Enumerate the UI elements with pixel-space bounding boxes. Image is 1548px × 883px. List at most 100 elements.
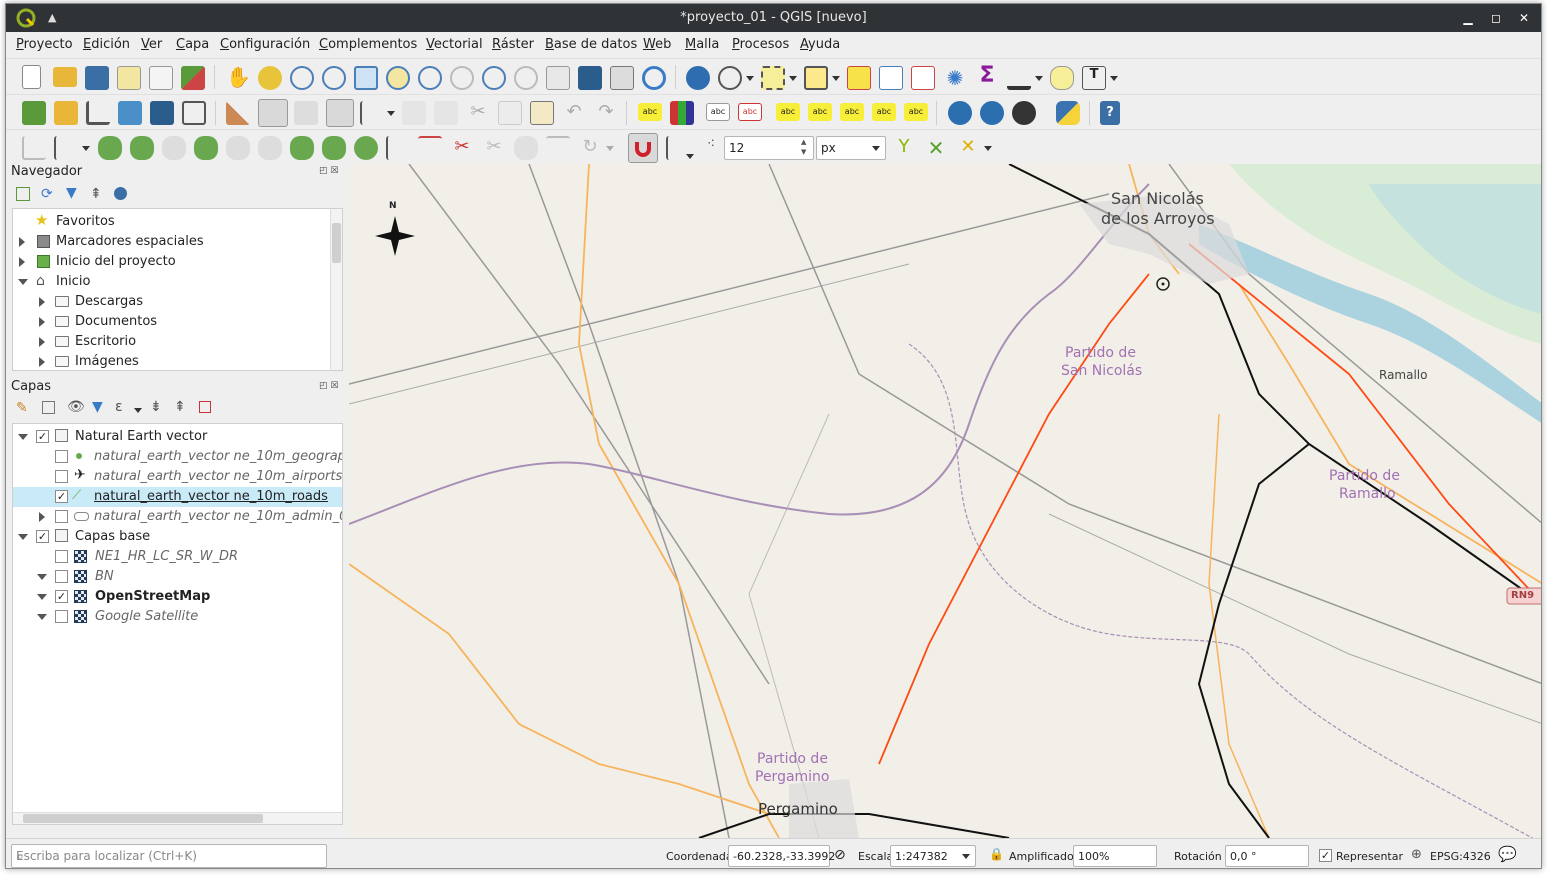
offset-curve-icon[interactable] <box>258 136 282 160</box>
copy-features-icon[interactable] <box>498 101 522 125</box>
scrollbar-thumb[interactable] <box>332 223 341 263</box>
close-button[interactable]: ✕ <box>1515 9 1533 27</box>
navigator-item[interactable]: Descargas <box>13 292 342 312</box>
remove-layer-icon[interactable] <box>199 401 211 413</box>
navigator-item[interactable]: Marcadores espaciales <box>13 232 342 252</box>
navigator-item[interactable]: Documentos <box>13 312 342 332</box>
collapse-arrow-icon[interactable] <box>18 434 28 440</box>
collapse-arrow-icon[interactable] <box>37 574 47 580</box>
layout-manager-icon[interactable] <box>149 66 173 90</box>
python-console-icon[interactable] <box>1056 101 1080 125</box>
current-edits-icon[interactable] <box>226 101 250 125</box>
add-wms-layer-icon[interactable] <box>948 101 972 125</box>
dropdown-arrow-icon[interactable] <box>789 76 797 81</box>
digitize-icon[interactable] <box>326 99 354 127</box>
navigator-item[interactable]: Escritorio <box>13 332 342 352</box>
toggle-editing-button[interactable] <box>258 99 288 127</box>
layer-checkbox[interactable] <box>55 510 68 523</box>
spin-up-icon[interactable]: ▲ <box>801 138 806 146</box>
menu-ayuda[interactable]: Ayuda <box>800 37 840 52</box>
add-part-icon[interactable] <box>98 136 122 160</box>
pan-to-selection-icon[interactable] <box>258 66 282 90</box>
new-shapefile-layer-icon[interactable] <box>86 101 110 125</box>
toggle-extents-icon[interactable]: ⊘ <box>834 847 846 863</box>
panel-float-close-icons[interactable]: ◰ ☒ <box>319 166 338 176</box>
refresh-icon[interactable] <box>642 66 666 90</box>
menu-configuracion[interactable]: Configuración <box>220 37 310 52</box>
expand-arrow-icon[interactable] <box>39 512 45 522</box>
spatial-bookmark-icon[interactable] <box>610 66 634 90</box>
lock-icon[interactable]: 🔒 <box>989 847 1004 861</box>
collapse-arrow-icon[interactable] <box>18 534 28 540</box>
menu-base-de-datos[interactable]: Base de datos <box>545 37 637 52</box>
map-canvas[interactable]: N San Nicolás de los Arroyos Partido de … <box>349 164 1541 838</box>
dropdown-arrow-icon[interactable] <box>387 111 395 116</box>
rotate-point-symbols-icon[interactable] <box>386 136 410 160</box>
advanced-digitizing-icon[interactable] <box>22 136 46 160</box>
vertex-tool-icon[interactable] <box>360 101 384 125</box>
snap-intersection-icon[interactable]: ✕ <box>924 136 948 160</box>
layer-row-selected[interactable]: ✓ ⟋ natural_earth_vector ne_10m_roads <box>13 487 342 507</box>
zoom-last-icon[interactable] <box>482 66 506 90</box>
label-properties-icon[interactable]: abc <box>904 103 928 121</box>
split-features-icon[interactable] <box>290 136 314 160</box>
run-action-icon[interactable] <box>718 66 742 90</box>
zoom-to-layer-icon[interactable] <box>418 66 442 90</box>
layer-checkbox[interactable]: ✓ <box>55 490 68 503</box>
new-map-view-icon[interactable] <box>546 66 570 90</box>
layer-labeling-icon[interactable]: abc <box>638 103 662 121</box>
style-manager-icon[interactable] <box>181 66 205 90</box>
delete-selected-icon[interactable] <box>434 101 458 125</box>
menu-capa[interactable]: Capa <box>176 37 209 52</box>
dropdown-arrow-icon[interactable] <box>984 146 992 151</box>
zoom-in-icon[interactable] <box>290 66 314 90</box>
messages-icon[interactable]: 💬 <box>1498 845 1517 863</box>
layer-row[interactable]: natural_earth_vector ne_10m_geography_ <box>13 447 342 467</box>
new-3d-map-icon[interactable] <box>578 66 602 90</box>
navigator-item[interactable]: ⌂ Inicio <box>13 272 342 292</box>
navigator-item[interactable]: ★ Favoritos <box>13 211 342 232</box>
layer-row[interactable]: BN <box>13 567 342 587</box>
expand-arrow-icon[interactable] <box>39 297 45 307</box>
filter-legend-icon[interactable]: ▼ <box>92 399 103 415</box>
trim-extend-icon[interactable]: ✂ <box>450 136 474 160</box>
zoom-native-icon[interactable] <box>450 66 474 90</box>
layer-row[interactable]: ✈ natural_earth_vector ne_10m_airports <box>13 467 342 487</box>
rotation-field[interactable]: 0,0 ° <box>1225 845 1309 867</box>
expand-arrow-icon[interactable] <box>39 357 45 367</box>
navigator-item[interactable]: Imágenes <box>13 352 342 370</box>
paste-features-icon[interactable] <box>530 101 554 125</box>
snap-points-icon[interactable]: ⁖ <box>699 136 723 160</box>
minimize-button[interactable]: ▁ <box>1459 9 1477 27</box>
expand-arrow-icon[interactable] <box>19 257 25 267</box>
save-edits-icon[interactable] <box>294 101 318 125</box>
rotate-feature-icon[interactable]: ↻ <box>578 136 602 160</box>
layer-checkbox[interactable] <box>55 570 68 583</box>
merge-features-icon[interactable] <box>354 136 378 160</box>
add-ring-icon[interactable] <box>54 136 78 160</box>
zoom-next-icon[interactable] <box>514 66 538 90</box>
select-features-icon[interactable] <box>761 66 785 90</box>
dropdown-arrow-icon[interactable] <box>686 154 694 159</box>
layer-checkbox[interactable]: ✓ <box>36 530 49 543</box>
menu-edicion[interactable]: Edición <box>83 37 130 52</box>
layers-horizontal-scrollbar[interactable] <box>13 812 342 824</box>
move-feature-icon[interactable] <box>546 136 570 160</box>
menu-malla[interactable]: Malla <box>685 37 719 52</box>
collapse-arrow-icon[interactable] <box>37 594 47 600</box>
layer-checkbox[interactable] <box>55 470 68 483</box>
redo-icon[interactable]: ↷ <box>594 101 618 125</box>
crs-globe-icon[interactable]: ⊕ <box>1411 847 1422 862</box>
move-label-icon[interactable]: abc <box>776 103 800 121</box>
navigator-scrollbar[interactable] <box>330 209 342 370</box>
change-label-icon[interactable]: abc <box>872 103 896 121</box>
expand-arrow-icon[interactable] <box>39 317 45 327</box>
add-vector-layer-icon[interactable] <box>182 101 206 125</box>
collapse-all-icon[interactable]: ⇞ <box>174 399 186 415</box>
locator-search-input[interactable]: Escriba para localizar (Ctrl+K) <box>11 844 327 868</box>
collapse-arrow-icon[interactable] <box>18 279 28 285</box>
render-checkbox[interactable]: ✓ <box>1319 849 1332 862</box>
deselect-all-icon[interactable] <box>847 66 871 90</box>
new-project-icon[interactable] <box>22 65 41 89</box>
collapse-arrow-icon[interactable] <box>37 614 47 620</box>
